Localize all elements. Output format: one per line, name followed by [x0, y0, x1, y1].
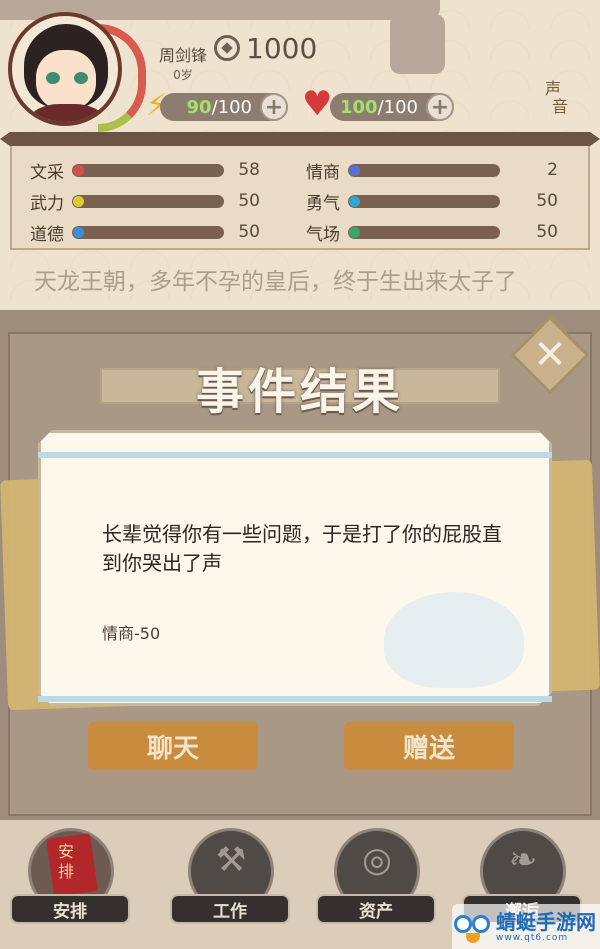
character-name: 周剑锋 — [158, 46, 207, 65]
stat-dot — [73, 195, 84, 207]
watermark-text: 蜻蜓手游网 — [496, 909, 596, 934]
stats-divider — [0, 132, 600, 146]
stat-bar — [72, 163, 224, 177]
event-effect: 情商-50 — [102, 624, 161, 643]
stat-dot — [73, 164, 84, 176]
sound-toggle-button[interactable]: 声 音 — [528, 80, 578, 124]
coin-icon — [214, 35, 240, 61]
stat-label: 文采 — [30, 162, 64, 183]
stat-dot — [73, 226, 84, 238]
health-max: /100 — [377, 96, 418, 118]
header-bar-tab — [390, 14, 445, 74]
health-meter: 100 /100 + — [330, 93, 454, 121]
hammer-icon: ⚒ — [215, 840, 247, 880]
energy-meter: 90 /100 + — [160, 93, 288, 121]
nav-work-label: 工作 — [170, 894, 290, 924]
avatar-eye-right — [74, 72, 88, 84]
event-description: 长辈觉得你有一些问题，于是打了你的屁股直到你哭出了声 — [102, 522, 502, 575]
coin-value: 1000 — [246, 31, 318, 65]
coins-icon: ◎ — [362, 840, 392, 880]
energy-max: /100 — [211, 96, 252, 118]
nav-assets-label: 资产 — [316, 894, 436, 924]
close-icon[interactable]: ✕ — [522, 327, 578, 383]
nav-assets[interactable]: ◎ 资产 — [316, 828, 436, 938]
stat-bar — [348, 163, 500, 177]
avatar-container[interactable] — [6, 10, 146, 132]
gift-button[interactable]: 赠送 — [344, 722, 514, 770]
heart-icon: ♥ — [302, 84, 333, 124]
sound-label-2: 音 — [551, 97, 568, 116]
character-info: 周剑锋 0岁 — [148, 42, 218, 82]
stat-label: 气场 — [306, 224, 340, 245]
story-text: 天龙王朝，多年不孕的皇后，终于生出来太子了 — [34, 269, 517, 295]
book-icon-text: 安排 — [58, 842, 75, 881]
stat-row-wencai: 文采 58 — [30, 157, 260, 183]
dragonfly-logo-icon — [452, 909, 496, 945]
character-age: 0岁 — [173, 68, 193, 82]
energy-current: 90 — [186, 96, 212, 118]
watermark: 蜻蜓手游网 www.qt6.com — [452, 904, 600, 949]
stat-label: 勇气 — [306, 193, 340, 214]
stat-bar — [72, 225, 224, 239]
cloud-decoration — [384, 592, 524, 688]
stat-bar — [348, 194, 500, 208]
card-stripe-top — [38, 452, 552, 458]
stat-label: 武力 — [30, 193, 64, 214]
card-stripe-bottom — [38, 696, 552, 702]
stat-value: 50 — [238, 191, 260, 211]
leaf-icon: ❧ — [508, 840, 538, 880]
stat-dot — [349, 195, 360, 207]
stat-bar — [72, 194, 224, 208]
stat-label: 道德 — [30, 224, 64, 245]
stat-dot — [349, 226, 360, 238]
add-health-button[interactable]: + — [426, 93, 454, 121]
stat-row-qichang: 气场 50 — [306, 219, 558, 245]
stat-value: 50 — [238, 222, 260, 242]
nav-work[interactable]: ⚒ 工作 — [170, 828, 290, 938]
dialog-title: 事件结果 — [195, 364, 404, 420]
health-current: 100 — [340, 96, 378, 118]
stat-value: 58 — [238, 160, 260, 180]
add-energy-button[interactable]: + — [260, 93, 288, 121]
sound-label-1: 声 — [544, 79, 561, 98]
stat-row-wuli: 武力 50 — [30, 188, 260, 214]
stat-value: 50 — [536, 191, 558, 211]
nav-arrange-label: 安排 — [10, 894, 130, 924]
stat-row-daode: 道德 50 — [30, 219, 260, 245]
stat-label: 情商 — [306, 162, 340, 183]
watermark-sub: www.qt6.com — [496, 932, 569, 943]
stat-value: 2 — [547, 160, 558, 180]
avatar[interactable] — [8, 12, 122, 126]
nav-arrange[interactable]: 安排 安排 — [10, 828, 130, 938]
avatar-robe — [30, 104, 104, 122]
stat-value: 50 — [536, 222, 558, 242]
chat-button[interactable]: 聊天 — [88, 722, 258, 770]
avatar-eye-left — [46, 72, 60, 84]
stat-row-qingshang: 情商 2 — [306, 157, 558, 183]
coin-counter: 1000 — [214, 31, 317, 65]
stat-dot — [349, 164, 360, 176]
stat-row-yongqi: 勇气 50 — [306, 188, 558, 214]
stat-bar — [348, 225, 500, 239]
